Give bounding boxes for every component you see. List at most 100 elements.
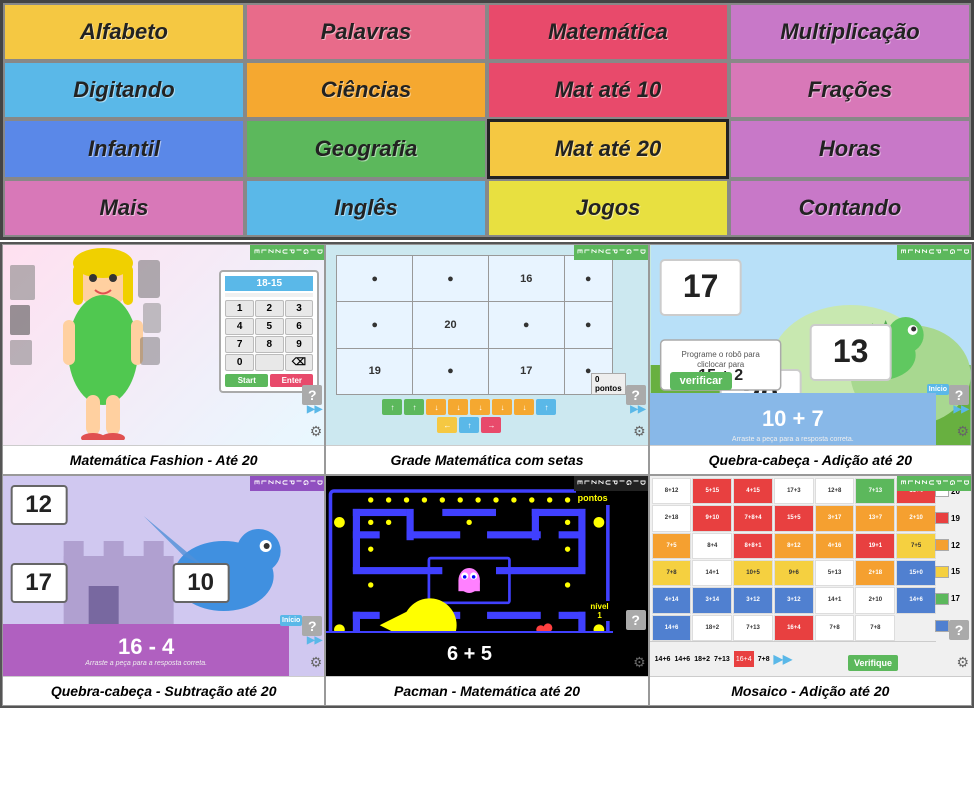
settings-icon-mosaic[interactable]: ⚙ [956, 654, 969, 671]
settings-icon-puzzle[interactable]: ⚙ [956, 423, 969, 440]
arrow-down-3[interactable]: ↓ [470, 399, 490, 415]
mc-29[interactable]: 4+14 [652, 587, 692, 613]
mc-25[interactable]: 9+6 [774, 560, 814, 586]
mc-21[interactable]: 7+5 [896, 533, 936, 559]
mc-10[interactable]: 7+8+4 [733, 505, 773, 531]
nav-palavras[interactable]: Palavras [245, 3, 487, 61]
mc-37[interactable]: 18+2 [692, 615, 732, 641]
mc-19[interactable]: 4+16 [815, 533, 855, 559]
mc-8[interactable]: 2+18 [652, 505, 692, 531]
question-icon-pacman[interactable]: ? [626, 610, 646, 630]
key-0[interactable]: 0 [225, 354, 254, 371]
mc-27[interactable]: 2+18 [855, 560, 895, 586]
mc-30[interactable]: 3+14 [692, 587, 732, 613]
mc-3[interactable]: 4+15 [733, 478, 773, 504]
key-5[interactable]: 5 [255, 318, 284, 335]
nav-ingles[interactable]: Inglês [245, 179, 487, 237]
mc-2[interactable]: 5+15 [692, 478, 732, 504]
card-gridmath[interactable]: ● ● 16 ● ● 20 ● ● 19 ● [325, 244, 648, 475]
key-7[interactable]: 7 [225, 336, 254, 353]
settings-icon-fashion[interactable]: ⚙ [310, 423, 323, 440]
nav-mat10[interactable]: Mat até 10 [487, 61, 729, 119]
verificar-btn[interactable]: verificar [670, 372, 733, 390]
mc-26[interactable]: 5+13 [815, 560, 855, 586]
mc-40[interactable]: 7+8 [815, 615, 855, 641]
mc-4[interactable]: 17+3 [774, 478, 814, 504]
settings-icon-dragon[interactable]: ⚙ [310, 654, 323, 671]
key-1[interactable]: 1 [225, 300, 254, 317]
mc-32[interactable]: 3+12 [774, 587, 814, 613]
mc-6[interactable]: 7+13 [855, 478, 895, 504]
mc-9[interactable]: 9+10 [692, 505, 732, 531]
mc-16[interactable]: 8+4 [692, 533, 732, 559]
mc-38[interactable]: 7+13 [733, 615, 773, 641]
mc-17[interactable]: 8+8+1 [733, 533, 773, 559]
nav-digitando[interactable]: Digitando [3, 61, 245, 119]
question-icon-fashion[interactable]: ? [302, 385, 322, 405]
forward-icon-mosaic[interactable]: ▶▶ [774, 652, 792, 666]
mc-41[interactable]: 7+8 [855, 615, 895, 641]
arrow-down-5[interactable]: ↓ [514, 399, 534, 415]
mc-11[interactable]: 15+5 [774, 505, 814, 531]
mc-28[interactable]: 15+0 [896, 560, 936, 586]
mc-35[interactable]: 14+6 [896, 587, 936, 613]
card-fashion[interactable]: 18-15 1 2 3 4 5 6 7 8 9 0 ⌫ [2, 244, 325, 475]
nav-contando[interactable]: Contando [729, 179, 971, 237]
mc-13[interactable]: 13+7 [855, 505, 895, 531]
key-8[interactable]: 8 [255, 336, 284, 353]
arrow-right-1[interactable]: → [481, 417, 501, 433]
nav-alfabeto[interactable]: Alfabeto [3, 3, 245, 61]
arrow-up-2[interactable]: ↑ [404, 399, 424, 415]
arrow-up-1[interactable]: ↑ [382, 399, 402, 415]
key-2[interactable]: 2 [255, 300, 284, 317]
forward-icon-puzzle[interactable]: ▶▶ [954, 404, 969, 415]
key-6[interactable]: 6 [285, 318, 314, 335]
question-icon-puzzle[interactable]: ? [949, 385, 969, 405]
fashion-start-btn[interactable]: Start [225, 374, 268, 387]
mc-23[interactable]: 14+1 [692, 560, 732, 586]
arrow-down-2[interactable]: ↓ [448, 399, 468, 415]
arrow-up-3[interactable]: ↑ [536, 399, 556, 415]
card-dragon[interactable]: 12 17 10 16 - 4 Arraste a peça para a re… [2, 475, 325, 706]
key-del[interactable]: ⌫ [285, 354, 314, 371]
card-pacman[interactable]: 12pontos nível1 6 + 5 DIGIPUZZLE ? ⚙ Pac… [325, 475, 648, 706]
arrow-left-1[interactable]: ← [437, 417, 457, 433]
mc-18[interactable]: 8+12 [774, 533, 814, 559]
mc-1[interactable]: 8+12 [652, 478, 692, 504]
nav-mat20[interactable]: Mat até 20 [487, 119, 729, 179]
nav-geografia[interactable]: Geografia [245, 119, 487, 179]
question-icon-mosaic[interactable]: ? [949, 620, 969, 640]
mc-5[interactable]: 12+8 [815, 478, 855, 504]
question-icon-grid[interactable]: ? [626, 385, 646, 405]
key-3[interactable]: 3 [285, 300, 314, 317]
nav-multiplicacao[interactable]: Multiplicação [729, 3, 971, 61]
mosaic-verify-btn[interactable]: Verifique [848, 655, 898, 671]
mc-36[interactable]: 14+6 [652, 615, 692, 641]
forward-icon-grid[interactable]: ▶▶ [630, 404, 645, 415]
arrow-down-1[interactable]: ↓ [426, 399, 446, 415]
mc-15[interactable]: 7+5 [652, 533, 692, 559]
forward-icon-fashion[interactable]: ▶▶ [307, 404, 322, 415]
nav-fracoes[interactable]: Frações [729, 61, 971, 119]
mc-39[interactable]: 16+4 [774, 615, 814, 641]
nav-jogos[interactable]: Jogos [487, 179, 729, 237]
inicio-label-dragon[interactable]: Início [280, 615, 302, 626]
nav-infantil[interactable]: Infantil [3, 119, 245, 179]
nav-ciencias[interactable]: Ciências [245, 61, 487, 119]
settings-icon-pacman[interactable]: ⚙ [633, 654, 646, 671]
nav-matematica[interactable]: Matemática [487, 3, 729, 61]
arrow-down-4[interactable]: ↓ [492, 399, 512, 415]
mc-14[interactable]: 2+10 [896, 505, 936, 531]
mc-33[interactable]: 14+1 [815, 587, 855, 613]
forward-icon-dragon[interactable]: ▶▶ [307, 635, 322, 646]
mc-24[interactable]: 10+5 [733, 560, 773, 586]
key-4[interactable]: 4 [225, 318, 254, 335]
mc-31[interactable]: 3+12 [733, 587, 773, 613]
mc-22[interactable]: 7+8 [652, 560, 692, 586]
mc-12[interactable]: 3+17 [815, 505, 855, 531]
mc-34[interactable]: 2+10 [855, 587, 895, 613]
mc-20[interactable]: 19+1 [855, 533, 895, 559]
arrow-up-4[interactable]: ↑ [459, 417, 479, 433]
card-mosaic[interactable]: 8+12 5+15 4+15 17+3 12+8 7+13 16+4 2+18 … [649, 475, 972, 706]
settings-icon-grid[interactable]: ⚙ [633, 423, 646, 440]
